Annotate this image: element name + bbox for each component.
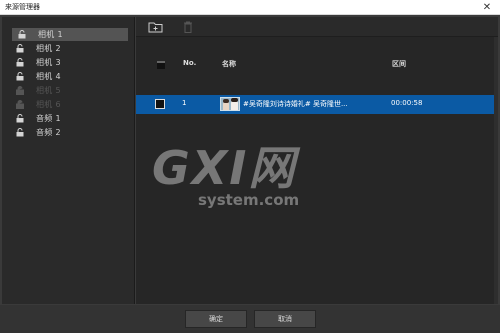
- ok-button[interactable]: 确定: [185, 310, 247, 328]
- sidebar-item-camera-4[interactable]: 相机 4: [10, 70, 126, 83]
- sidebar-item-label: 相机 2: [36, 44, 61, 53]
- table-row[interactable]: 1 #吴奇隆刘诗诗婚礼# 吴奇隆世... 00:00:58: [136, 95, 498, 114]
- column-range[interactable]: 区间: [392, 59, 406, 69]
- clip-panel: No. 名称 区间 1 #吴奇隆刘诗诗婚礼# 吴奇隆世... 00:00:58: [136, 17, 498, 304]
- clip-toolbar: [136, 17, 498, 37]
- vertical-scrollbar[interactable]: [494, 37, 498, 304]
- select-all-checkbox[interactable]: [157, 61, 165, 69]
- unlock-icon[interactable]: [16, 128, 24, 137]
- trash-icon[interactable]: [180, 19, 196, 33]
- sidebar-item-camera-5: 相机 5: [10, 84, 126, 97]
- clip-range: 00:00:58: [391, 99, 423, 107]
- window-title: 来源管理器: [5, 3, 40, 11]
- clip-thumbnail: [220, 97, 240, 111]
- sidebar-item-label: 音频 2: [36, 128, 61, 137]
- source-list: 相机 1 相机 2 相机 3 相机 4 相机 5 相机 6 音频 1 音频 2: [2, 17, 135, 304]
- cancel-button[interactable]: 取消: [254, 310, 316, 328]
- column-name[interactable]: 名称: [222, 59, 236, 69]
- sidebar-item-label: 相机 4: [36, 72, 61, 81]
- unlock-icon[interactable]: [16, 72, 24, 81]
- title-bar: 来源管理器 ✕: [0, 0, 500, 15]
- clip-name: #吴奇隆刘诗诗婚礼# 吴奇隆世...: [243, 100, 348, 108]
- table-header: No. 名称 区间: [136, 57, 498, 71]
- unlock-icon[interactable]: [18, 30, 26, 39]
- column-no[interactable]: No.: [183, 59, 196, 67]
- sidebar-item-camera-6: 相机 6: [10, 98, 126, 111]
- unlock-icon[interactable]: [16, 44, 24, 53]
- sidebar-item-audio-2[interactable]: 音频 2: [10, 126, 126, 139]
- close-icon[interactable]: ✕: [474, 0, 500, 15]
- sidebar-item-label: 音频 1: [36, 114, 61, 123]
- sidebar-item-camera-2[interactable]: 相机 2: [10, 42, 126, 55]
- row-number: 1: [182, 99, 187, 107]
- sidebar-item-camera-3[interactable]: 相机 3: [10, 56, 126, 69]
- dialog-footer: 确定 取消: [0, 305, 500, 333]
- add-folder-icon[interactable]: [148, 19, 164, 33]
- source-manager-window: 相机 1 相机 2 相机 3 相机 4 相机 5 相机 6 音频 1 音频 2 …: [0, 15, 500, 333]
- unlock-icon[interactable]: [16, 114, 24, 123]
- sidebar-item-label: 相机 6: [36, 100, 61, 109]
- sidebar-item-audio-1[interactable]: 音频 1: [10, 112, 126, 125]
- unlock-icon[interactable]: [16, 58, 24, 67]
- sidebar-item-camera-1[interactable]: 相机 1: [12, 28, 128, 41]
- unlock-icon: [16, 100, 24, 109]
- sidebar-item-label: 相机 5: [36, 86, 61, 95]
- unlock-icon: [16, 86, 24, 95]
- row-checkbox[interactable]: [155, 99, 165, 109]
- sidebar-item-label: 相机 1: [38, 30, 63, 39]
- sidebar-item-label: 相机 3: [36, 58, 61, 67]
